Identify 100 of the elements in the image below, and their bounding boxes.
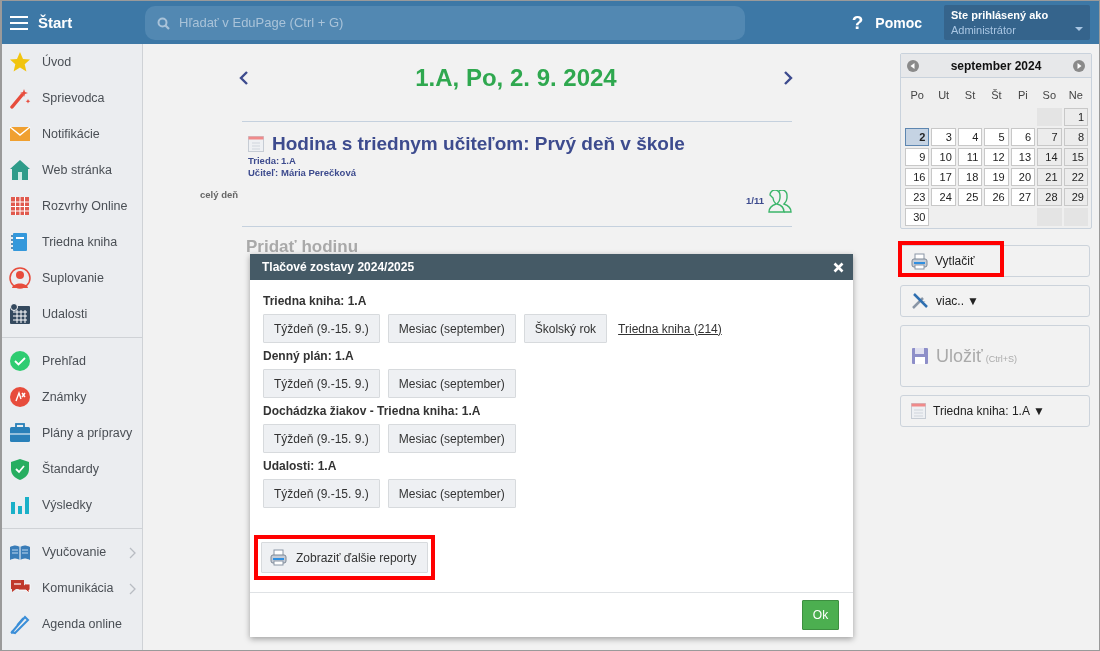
chevron-left-icon xyxy=(239,71,249,85)
more-reports-button[interactable]: Zobraziť ďalšie reporty xyxy=(261,542,428,573)
grade-circle-icon xyxy=(9,386,31,408)
day-cell[interactable]: 10 xyxy=(931,148,956,166)
day-cell[interactable]: 8 xyxy=(1063,128,1088,146)
report-button[interactable]: Mesiac (september) xyxy=(387,479,516,508)
sidebar-item[interactable]: Štandardy xyxy=(2,451,142,487)
person-icon xyxy=(9,267,31,289)
dropdown-button[interactable]: viac.. ▼ xyxy=(900,285,1090,317)
day-cell[interactable]: 20 xyxy=(1010,168,1036,186)
all-day-label: celý deň xyxy=(200,189,239,200)
section-heading: Triedna kniha: 1.A xyxy=(263,294,368,308)
date-title: 1.A, Po, 2. 9. 2024 xyxy=(415,64,617,92)
day-cell[interactable]: 19 xyxy=(984,168,1009,186)
weekday-label: So xyxy=(1041,88,1058,103)
weekday-label: St xyxy=(963,88,977,103)
field-value: Mária Perečková xyxy=(281,167,356,179)
day-cell[interactable]: 3 xyxy=(931,128,956,146)
section-heading: Udalosti: 1.A xyxy=(263,459,338,473)
help-button[interactable]: ? Pomoc xyxy=(851,11,922,34)
day-cell[interactable]: 26 xyxy=(984,188,1009,206)
day-cell[interactable]: 6 xyxy=(1010,128,1036,146)
user-menu[interactable]: Ste prihlásený ako Administrátor xyxy=(944,5,1090,40)
day-cell[interactable]: 11 xyxy=(957,148,983,166)
day-cell[interactable]: 18 xyxy=(957,168,983,186)
day-cell[interactable]: 1 xyxy=(1063,108,1088,126)
star-icon xyxy=(9,51,31,73)
day-cell[interactable]: 2 xyxy=(905,128,930,146)
pen-icon xyxy=(9,613,31,635)
calendar-icon xyxy=(911,403,926,419)
report-button[interactable]: Mesiac (september) xyxy=(387,369,516,398)
search-field[interactable]: Hľadať v EduPage (Ctrl + G) xyxy=(145,5,745,40)
menu-button[interactable]: Štart xyxy=(10,14,145,31)
sidebar-item[interactable]: Udalosti xyxy=(2,296,142,332)
tools-icon xyxy=(911,292,929,310)
day-cell[interactable]: 30 xyxy=(905,208,930,226)
day-cell[interactable]: 27 xyxy=(1010,188,1036,206)
sidebar-item[interactable]: Triedna kniha xyxy=(2,224,142,260)
day-cell[interactable]: 5 xyxy=(984,128,1009,146)
sidebar-item[interactable]: Prehľad xyxy=(2,343,142,379)
sidebar-item[interactable]: Komunikácia xyxy=(2,570,142,606)
attendance-count: 1/11 xyxy=(746,195,764,206)
day-cell[interactable]: 23 xyxy=(905,188,930,206)
day-cell[interactable]: 17 xyxy=(931,168,956,186)
report-button[interactable]: Týždeň (9.-15. 9.) xyxy=(263,369,380,398)
arrow-right-icon xyxy=(1073,59,1085,72)
day-cell[interactable]: 16 xyxy=(905,168,930,186)
sidebar-item[interactable]: Plány a prípravy xyxy=(2,415,142,451)
field-value: 1.A xyxy=(281,155,296,167)
sidebar-item[interactable]: Úvod xyxy=(2,44,142,80)
report-button[interactable]: Týždeň (9.-15. 9.) xyxy=(263,314,380,343)
report-button[interactable]: Školský rok xyxy=(523,314,608,343)
day-cell[interactable]: 12 xyxy=(984,148,1009,166)
next-month-button[interactable] xyxy=(1073,59,1085,72)
sidebar-item[interactable]: Rozvrhy Online xyxy=(2,188,142,224)
lesson-title[interactable]: Hodina s triednym učiteľom: Prvý deň v škole xyxy=(272,133,685,155)
briefcase-icon xyxy=(9,422,31,444)
sidebar-item[interactable]: Sprievodca xyxy=(2,80,142,116)
calendar-icon xyxy=(9,303,31,325)
previous-month-button[interactable] xyxy=(907,59,919,72)
sidebar-item[interactable]: Vyučovanie xyxy=(2,534,142,570)
day-cell[interactable]: 28 xyxy=(1037,188,1062,206)
menu-icon xyxy=(10,14,28,31)
close-button[interactable] xyxy=(833,261,844,273)
dropdown-button[interactable]: Triedna kniha: 1.A ▼ xyxy=(900,395,1090,427)
weekday-label: Št xyxy=(990,88,1003,103)
dialog-title: Tlačové zostavy 2024/2025 xyxy=(262,260,415,274)
section-heading: Dochádzka žiakov - Triedna kniha: 1.A xyxy=(263,404,482,418)
check-circle-icon xyxy=(9,350,31,372)
day-cell[interactable]: 4 xyxy=(957,128,983,146)
arrow-left-icon xyxy=(907,59,919,72)
day-cell[interactable]: 22 xyxy=(1063,168,1088,186)
day-cell[interactable]: 7 xyxy=(1037,128,1062,146)
section-heading: Denný plán: 1.A xyxy=(263,349,355,363)
weekday-label: Pi xyxy=(1017,88,1029,103)
report-link[interactable]: Triedna kniha (214) xyxy=(618,321,722,336)
day-cell[interactable]: 13 xyxy=(1010,148,1036,166)
day-cell[interactable]: 29 xyxy=(1063,188,1088,206)
day-cell[interactable]: 21 xyxy=(1037,168,1062,186)
sidebar-item[interactable]: Známky xyxy=(2,379,142,415)
sidebar-item[interactable]: Notifikácie xyxy=(2,116,142,152)
sidebar-item[interactable]: Výsledky xyxy=(2,487,142,523)
report-button[interactable]: Týždeň (9.-15. 9.) xyxy=(263,479,380,508)
day-cell[interactable]: 25 xyxy=(957,188,983,206)
people-icon xyxy=(768,190,792,214)
shield-check-icon xyxy=(9,458,31,480)
report-button[interactable]: Týždeň (9.-15. 9.) xyxy=(263,424,380,453)
caret-icon xyxy=(1075,27,1083,31)
chevron-right-icon xyxy=(783,71,793,85)
report-button[interactable]: Mesiac (september) xyxy=(387,314,516,343)
sidebar-item[interactable]: Suplovanie xyxy=(2,260,142,296)
weekday-label: Ne xyxy=(1067,88,1084,103)
grid-icon xyxy=(9,195,31,217)
day-cell[interactable]: 24 xyxy=(931,188,956,206)
sidebar-item[interactable]: Web stránka xyxy=(2,152,142,188)
day-cell[interactable]: 15 xyxy=(1063,148,1088,166)
sidebar-item[interactable]: Agenda online xyxy=(2,606,142,642)
day-cell[interactable]: 14 xyxy=(1037,148,1062,166)
report-button[interactable]: Mesiac (september) xyxy=(387,424,516,453)
day-cell[interactable]: 9 xyxy=(905,148,930,166)
